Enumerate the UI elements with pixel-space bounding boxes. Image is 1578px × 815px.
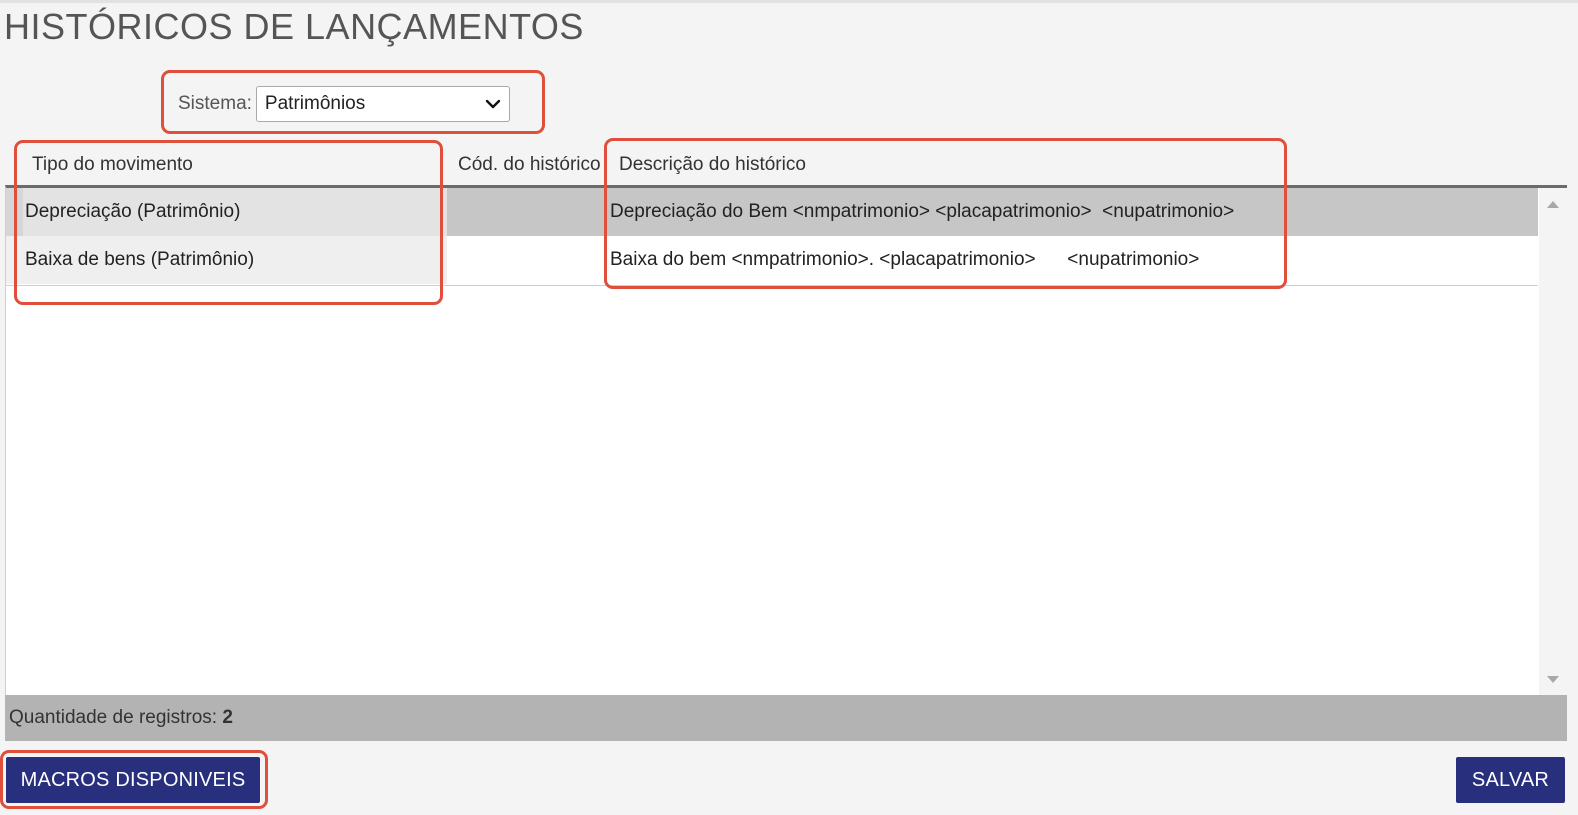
record-count-label: Quantidade de registros: xyxy=(9,707,218,728)
sistema-filter: Sistema: Patrimônios xyxy=(178,86,510,122)
sistema-select[interactable]: Patrimônios xyxy=(255,86,510,122)
table-row[interactable]: Depreciação (Patrimônio) Depreciação do … xyxy=(6,188,1538,236)
macros-disponiveis-button[interactable]: MACROS DISPONIVEIS xyxy=(6,757,260,803)
column-header-codigo[interactable]: Cód. do histórico xyxy=(458,154,601,176)
scroll-down-arrow-icon[interactable] xyxy=(1547,676,1559,683)
cell-tipo: Baixa de bens (Patrimônio) xyxy=(6,236,447,284)
historicos-grid: Depreciação (Patrimônio) Depreciação do … xyxy=(5,185,1567,695)
save-button[interactable]: SALVAR xyxy=(1456,757,1565,803)
cell-tipo: Depreciação (Patrimônio) xyxy=(6,188,447,236)
record-count-bar: Quantidade de registros: 2 xyxy=(5,695,1567,741)
chevron-down-icon xyxy=(485,99,501,109)
top-divider xyxy=(0,0,1578,3)
sistema-label: Sistema: xyxy=(178,93,252,114)
sistema-selected-value: Patrimônios xyxy=(264,93,366,114)
scroll-up-arrow-icon[interactable] xyxy=(1547,201,1559,208)
column-header-descricao[interactable]: Descrição do histórico xyxy=(619,154,806,176)
cell-descricao: Baixa do bem <nmpatrimonio>. <placapatri… xyxy=(610,249,1200,270)
record-count-value: 2 xyxy=(222,707,233,728)
table-row[interactable]: Baixa de bens (Patrimônio) Baixa do bem … xyxy=(6,236,1538,286)
page-title: HISTÓRICOS DE LANÇAMENTOS xyxy=(4,6,584,47)
vertical-scrollbar[interactable] xyxy=(1539,188,1567,695)
column-header-tipo[interactable]: Tipo do movimento xyxy=(32,154,193,176)
cell-descricao: Depreciação do Bem <nmpatrimonio> <placa… xyxy=(610,201,1235,222)
